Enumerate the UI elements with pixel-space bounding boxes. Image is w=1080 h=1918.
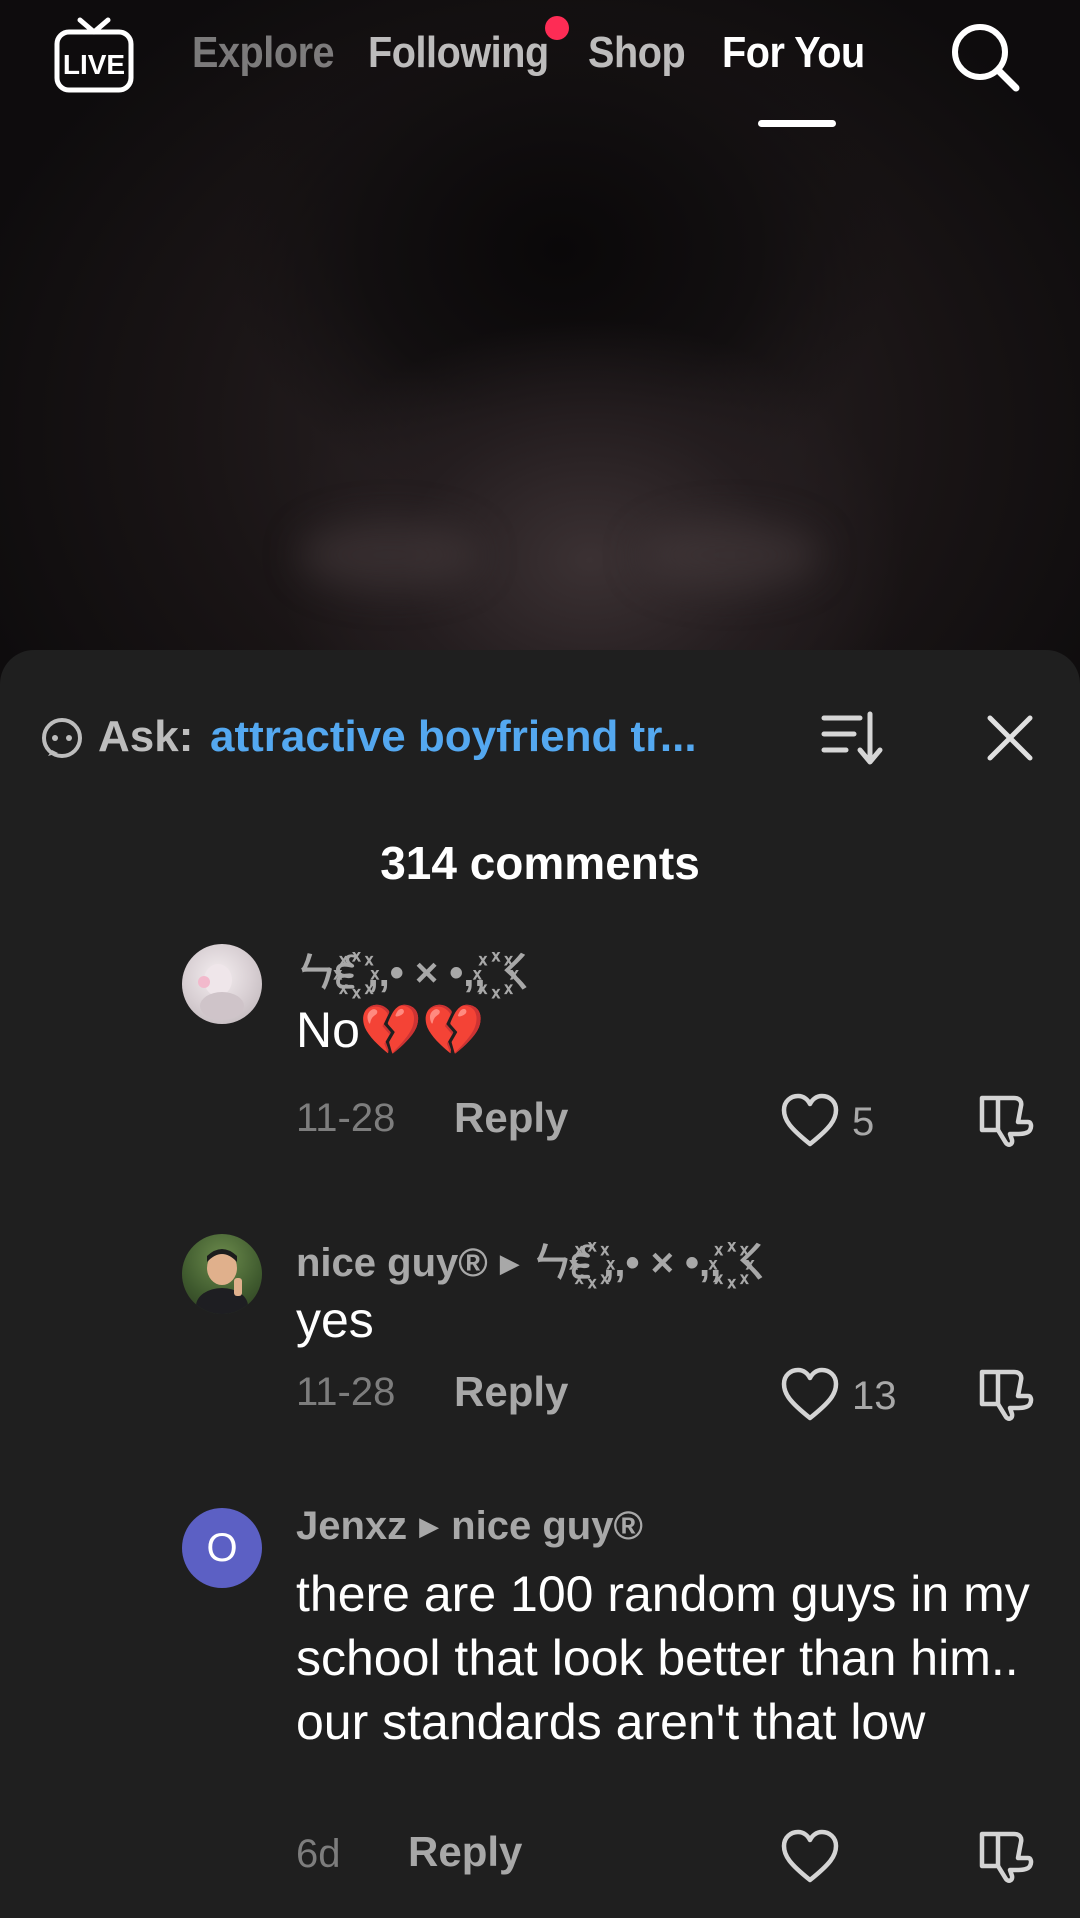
notification-dot — [545, 16, 569, 40]
avatar[interactable]: O — [182, 1508, 262, 1588]
tab-following[interactable]: Following — [368, 28, 549, 78]
comment-username: nice guy® ▶ ㄣ੬꙰ ,,• × •,, ꙰ㄑ — [296, 1230, 772, 1288]
avatar-photo — [198, 964, 244, 1020]
search-icon[interactable] — [948, 20, 1022, 94]
dislike-icon[interactable] — [976, 1826, 1034, 1884]
comment-date: 6d — [296, 1832, 341, 1876]
live-label: LIVE — [63, 49, 125, 80]
reply-to-user[interactable]: nice guy® — [451, 1504, 643, 1548]
heart-icon[interactable] — [780, 1092, 840, 1148]
avatar[interactable] — [182, 1234, 262, 1314]
video-blur-feature — [640, 520, 820, 590]
tab-for-you[interactable]: For You — [722, 28, 865, 78]
sort-icon[interactable] — [820, 706, 884, 770]
live-tv-icon[interactable]: LIVE — [54, 14, 134, 96]
comment-username[interactable]: ㄣ੬꙰ ,,• × •,, ꙰ㄑ — [296, 940, 536, 998]
comment-author[interactable]: Jenxz — [296, 1504, 407, 1548]
active-tab-indicator — [758, 120, 836, 127]
comment-author[interactable]: nice guy® — [296, 1241, 488, 1285]
ask-query-link[interactable]: attractive boyfriend tr... — [210, 712, 770, 762]
reply-arrow-icon: ▶ — [419, 1511, 440, 1541]
reply-button[interactable]: Reply — [454, 1094, 568, 1142]
dislike-icon[interactable] — [976, 1090, 1034, 1148]
avatar[interactable] — [182, 944, 262, 1024]
avatar-photo — [196, 1249, 248, 1314]
video-blur-feature — [300, 520, 480, 590]
top-navigation: LIVE Explore Following Shop For You — [0, 0, 1080, 140]
close-icon[interactable] — [982, 710, 1038, 766]
comment-text: yes — [296, 1292, 374, 1348]
comment-username: Jenxz ▶ nice guy® — [296, 1504, 643, 1549]
comment-text: No💔💔 — [296, 998, 1036, 1062]
reply-to-user[interactable]: ㄣ੬꙰ ,,• × •,, ꙰ㄑ — [532, 1241, 772, 1285]
reply-arrow-icon: ▶ — [499, 1248, 520, 1278]
reply-button[interactable]: Reply — [454, 1368, 568, 1416]
comments-sheet: Ask: attractive boyfriend tr... 314 comm… — [0, 650, 1080, 1918]
ask-search-bar[interactable]: Ask: attractive boyfriend tr... — [40, 706, 1040, 766]
chat-bot-icon — [42, 718, 82, 758]
like-count: 5 — [852, 1100, 875, 1144]
like-count: 13 — [852, 1374, 897, 1418]
comment-count: 314 comments — [380, 837, 700, 889]
dislike-icon[interactable] — [976, 1364, 1034, 1422]
comment-date: 11-28 — [296, 1096, 396, 1140]
ask-label: Ask: — [98, 712, 194, 761]
reply-button[interactable]: Reply — [408, 1828, 522, 1876]
tab-shop[interactable]: Shop — [588, 28, 686, 78]
heart-icon[interactable] — [780, 1366, 840, 1422]
tab-explore[interactable]: Explore — [192, 28, 335, 78]
comment-body: No💔💔 — [296, 1002, 485, 1058]
comment-text: there are 100 random guys in my school t… — [296, 1566, 1030, 1750]
heart-icon[interactable] — [780, 1828, 840, 1884]
comment-date: 11-28 — [296, 1370, 396, 1414]
